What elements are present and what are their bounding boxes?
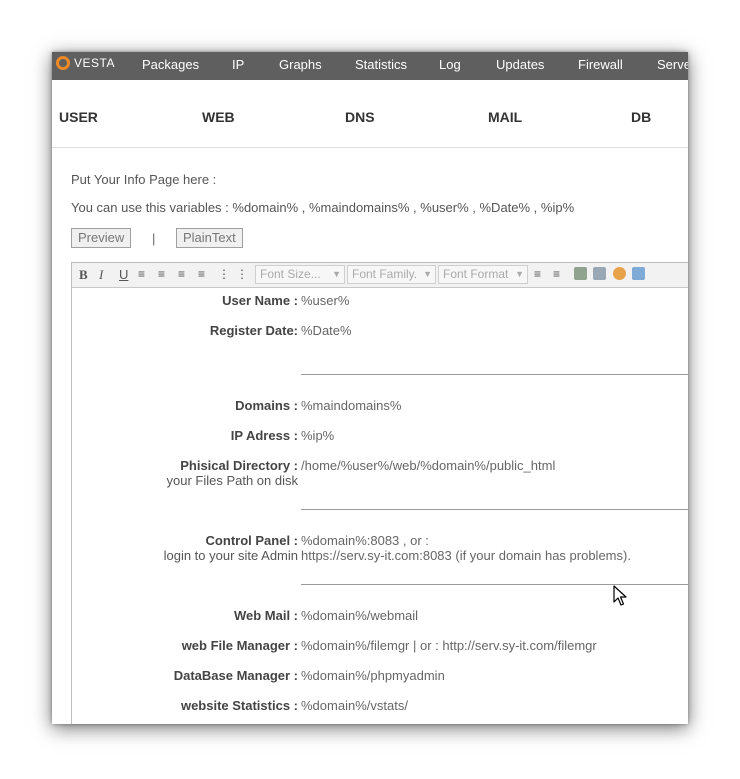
website-statistics-label: website Statistics : [180, 698, 298, 713]
chevron-down-icon: ▼ [515, 269, 524, 279]
chevron-down-icon: ▼ [332, 269, 341, 279]
align-center-icon[interactable]: ≡ [158, 267, 165, 282]
preview-button[interactable]: Preview [71, 228, 132, 248]
outdent-icon[interactable]: ≡ [553, 267, 560, 282]
mouse-cursor-icon [613, 585, 627, 606]
nav-server[interactable]: Server [657, 57, 688, 72]
file-manager-value: %domain%/filemgr | or : http://serv.sy-i… [301, 638, 597, 653]
control-panel-sublabel: login to your site Admin [163, 548, 298, 563]
edit-html-icon[interactable] [632, 267, 645, 280]
tab-dns[interactable]: DNS [345, 109, 375, 125]
italic-button[interactable]: I [99, 267, 103, 282]
tab-db[interactable]: DB [631, 109, 651, 125]
app-window: VESTA Packages IP Graphs Statistics Log … [52, 52, 688, 724]
database-manager-label: DataBase Manager : [173, 668, 298, 683]
nav-updates[interactable]: Updates [496, 57, 544, 72]
vesta-logo-icon [56, 56, 70, 70]
chevron-down-icon: ▼ [423, 269, 432, 279]
indent-icon[interactable]: ≡ [534, 267, 541, 282]
ip-address-value: %ip% [301, 428, 335, 443]
user-name-value: %user% [301, 293, 350, 308]
font-size-select-label: Font Size... [260, 267, 321, 281]
unlink-icon[interactable] [593, 267, 606, 280]
top-nav-bar: VESTA Packages IP Graphs Statistics Log … [52, 52, 688, 80]
vesta-logo[interactable]: VESTA [56, 56, 115, 70]
info-page-heading: Put Your Info Page here : [71, 172, 217, 187]
physical-directory-label: Phisical Directory : [180, 458, 298, 473]
nav-statistics[interactable]: Statistics [355, 57, 407, 72]
database-manager-value: %domain%/phpmyadmin [301, 668, 445, 683]
divider [301, 509, 688, 510]
align-justify-icon[interactable]: ≡ [198, 267, 205, 282]
nav-log[interactable]: Log [439, 57, 461, 72]
nav-firewall[interactable]: Firewall [578, 57, 623, 72]
font-size-select[interactable]: Font Size... ▼ [255, 265, 345, 284]
tab-user[interactable]: USER [59, 109, 98, 125]
align-right-icon[interactable]: ≡ [178, 267, 185, 282]
divider [301, 374, 688, 375]
nav-ip[interactable]: IP [232, 57, 244, 72]
unordered-list-icon[interactable]: ⋮ [218, 267, 230, 282]
register-date-label: Register Date: [209, 323, 298, 338]
domains-label: Domains : [235, 398, 298, 413]
tab-web[interactable]: WEB [202, 109, 235, 125]
underline-button[interactable]: U [119, 267, 128, 282]
control-panel-value: %domain%:8083 , or : [301, 533, 429, 548]
button-separator: | [152, 231, 156, 246]
file-manager-label: web File Manager : [181, 638, 298, 653]
editor-toolbar: B I U ≡ ≡ ≡ ≡ ⋮ ⋮ Font Size... ▼ Font Fa… [72, 263, 688, 288]
domains-value: %maindomains% [301, 398, 402, 413]
font-family-select[interactable]: Font Family. ▼ [347, 265, 436, 284]
website-statistics-value: %domain%/vstats/ [301, 698, 408, 713]
nav-graphs[interactable]: Graphs [279, 57, 322, 72]
variables-hint: You can use this variables : %domain% , … [71, 200, 575, 215]
physical-directory-sublabel: your Files Path on disk [166, 473, 298, 488]
divider [301, 584, 688, 585]
control-panel-value-alt: https://serv.sy-it.com:8083 (if your dom… [301, 548, 631, 563]
logo-text: VESTA [74, 56, 115, 70]
font-family-select-label: Font Family. [352, 267, 418, 281]
ordered-list-icon[interactable]: ⋮ [236, 267, 248, 282]
physical-directory-value: /home/%user%/web/%domain%/public_html [301, 458, 556, 473]
rich-text-editor[interactable]: B I U ≡ ≡ ≡ ≡ ⋮ ⋮ Font Size... ▼ Font Fa… [71, 262, 688, 724]
bold-button[interactable]: B [79, 267, 88, 282]
control-panel-label: Control Panel : [205, 533, 298, 548]
web-mail-label: Web Mail : [233, 608, 298, 623]
section-tabs: USER WEB DNS MAIL DB [52, 80, 688, 148]
color-picker-icon[interactable] [613, 267, 626, 280]
nav-packages[interactable]: Packages [142, 57, 199, 72]
font-format-select-label: Font Format [443, 267, 509, 281]
ip-address-label: IP Adress : [230, 428, 298, 443]
link-icon[interactable] [574, 267, 587, 280]
font-format-select[interactable]: Font Format ▼ [438, 265, 528, 284]
register-date-value: %Date% [301, 323, 352, 338]
plaintext-button[interactable]: PlainText [176, 228, 243, 248]
tab-mail[interactable]: MAIL [488, 109, 522, 125]
align-left-icon[interactable]: ≡ [138, 267, 145, 282]
user-name-label: User Name : [222, 293, 298, 308]
web-mail-value: %domain%/webmail [301, 608, 419, 623]
